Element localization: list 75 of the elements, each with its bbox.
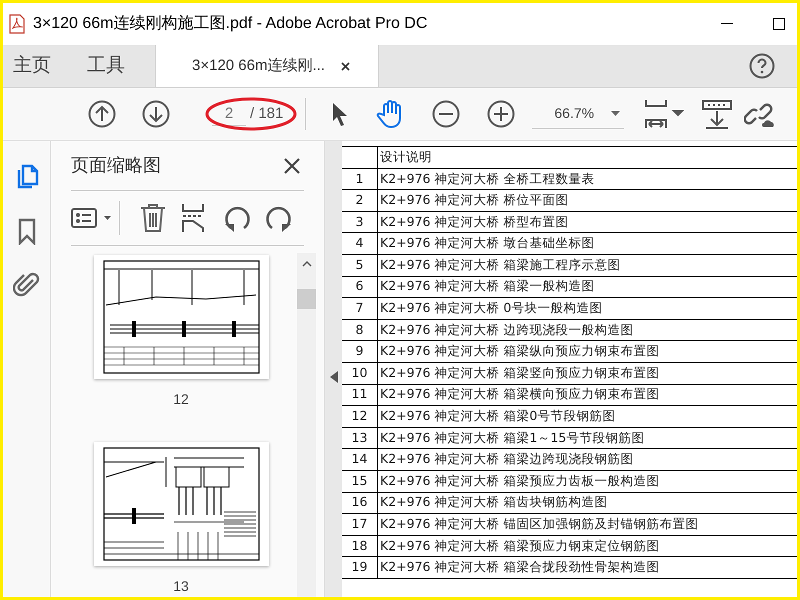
- tab[interactable]: 工具: [75, 45, 155, 87]
- drawing-title: K2+976 神定河大桥 桥型布置图: [380, 212, 568, 231]
- drawing-title: K2+976 神定河大桥 0号块一般构造图: [380, 299, 602, 318]
- zoom-dropdown[interactable]: 66.7%: [532, 99, 624, 129]
- row-number: 12: [352, 407, 368, 426]
- drawing-title: 设计说明: [380, 148, 432, 166]
- row-number: 11: [352, 385, 368, 404]
- row-number: 18: [352, 536, 368, 555]
- drawing-title: K2+976 神定河大桥 箱齿块钢筋构造图: [380, 493, 608, 512]
- page-count: / 181: [250, 104, 284, 124]
- collapse-arrow-icon[interactable]: [330, 371, 338, 383]
- tab[interactable]: 3×120 66m连续刚...: [155, 45, 379, 87]
- row-number: 2: [356, 191, 364, 210]
- drawing-title: K2+976 神定河大桥 箱梁竖向预应力钢束布置图: [380, 364, 660, 382]
- drawing-title: K2+976 神定河大桥 箱梁纵向预应力钢束布置图: [380, 342, 660, 360]
- row-number: 9: [356, 342, 364, 360]
- drawing-title: K2+976 神定河大桥 墩台基础坐标图: [380, 234, 594, 252]
- help-icon[interactable]: [749, 53, 775, 79]
- tab[interactable]: 主页: [3, 45, 75, 87]
- drawing-title: K2+976 神定河大桥 桥位平面图: [380, 191, 568, 210]
- previous-page-icon[interactable]: [88, 100, 116, 128]
- page-number-field[interactable]: 2: [212, 102, 246, 126]
- rotate-left-icon[interactable]: [223, 204, 251, 232]
- row-number: 8: [356, 320, 364, 339]
- close-tab-icon[interactable]: [340, 62, 350, 70]
- row-number: 15: [352, 472, 368, 490]
- row-number: 14: [352, 450, 368, 468]
- row-number: 5: [356, 256, 364, 274]
- row-number: 4: [356, 234, 364, 252]
- caret-icon: [611, 111, 620, 116]
- maximize-icon[interactable]: [773, 18, 785, 30]
- page-thumbnail[interactable]: [94, 255, 268, 379]
- insert-page-icon[interactable]: [181, 203, 205, 233]
- page-number: 12: [173, 390, 189, 409]
- close-icon[interactable]: [284, 158, 300, 174]
- trash-icon[interactable]: [140, 203, 166, 233]
- minimize-icon[interactable]: [721, 23, 733, 25]
- panel-title: 页面缩略图: [71, 154, 161, 177]
- row-number: 7: [356, 299, 364, 318]
- row-number: 13: [352, 428, 368, 447]
- drawing-title: K2+976 神定河大桥 箱梁合拢段劲性骨架构造图: [380, 558, 660, 576]
- next-page-icon[interactable]: [142, 100, 170, 128]
- drawing-title: K2+976 神定河大桥 箱梁横向预应力钢束布置图: [380, 385, 660, 404]
- drawing-title: K2+976 神定河大桥 边跨现浇段一般构造图: [380, 320, 634, 339]
- row-number: 6: [356, 277, 364, 296]
- scroll-up-icon[interactable]: [302, 261, 312, 267]
- zoom-in-icon[interactable]: [487, 100, 516, 128]
- drawing-title: K2+976 神定河大桥 箱梁施工程序示意图: [380, 256, 620, 274]
- row-number: 16: [352, 493, 368, 512]
- scroll-mode-icon[interactable]: [702, 99, 732, 129]
- row-number: 3: [356, 212, 364, 231]
- page-number: 13: [173, 577, 189, 596]
- thumbnail-options-icon[interactable]: [71, 206, 113, 230]
- drawing-title: K2+976 神定河大桥 箱梁一般构造图: [380, 277, 594, 296]
- drawing-title: K2+976 神定河大桥 箱梁1～15号节段钢筋图: [380, 428, 644, 447]
- drawing-title: K2+976 神定河大桥 锚固区加强钢筋及封锚钢筋布置图: [380, 515, 698, 534]
- fit-page-icon[interactable]: [644, 98, 684, 130]
- window-title: 3×120 66m连续刚构施工图.pdf - Adobe Acrobat Pro DC: [33, 14, 428, 34]
- drawing-title: K2+976 神定河大桥 箱梁预应力齿板一般构造图: [380, 472, 660, 490]
- attachments-icon[interactable]: [12, 271, 40, 299]
- pdf-file-icon: [9, 14, 25, 34]
- drawing-title: K2+976 神定河大桥 箱梁0号节段钢筋图: [380, 407, 616, 426]
- row-number: 1: [356, 170, 364, 188]
- page-thumbnail[interactable]: [94, 442, 268, 566]
- zoom-out-icon[interactable]: [432, 100, 460, 128]
- scrollbar-thumb[interactable]: [297, 289, 316, 309]
- rotate-right-icon[interactable]: [265, 204, 293, 232]
- drawing-title: K2+976 神定河大桥 箱梁预应力钢束定位钢筋图: [380, 536, 660, 555]
- row-number: 10: [352, 364, 368, 382]
- select-arrow-icon[interactable]: [332, 102, 348, 126]
- drawing-title: K2+976 神定河大桥 全桥工程数量表: [380, 170, 594, 188]
- scrollbar[interactable]: [297, 253, 316, 597]
- row-number: 19: [352, 558, 368, 576]
- drawing-title: K2+976 神定河大桥 箱梁边跨现浇段钢筋图: [380, 450, 634, 468]
- row-number: 17: [352, 515, 368, 534]
